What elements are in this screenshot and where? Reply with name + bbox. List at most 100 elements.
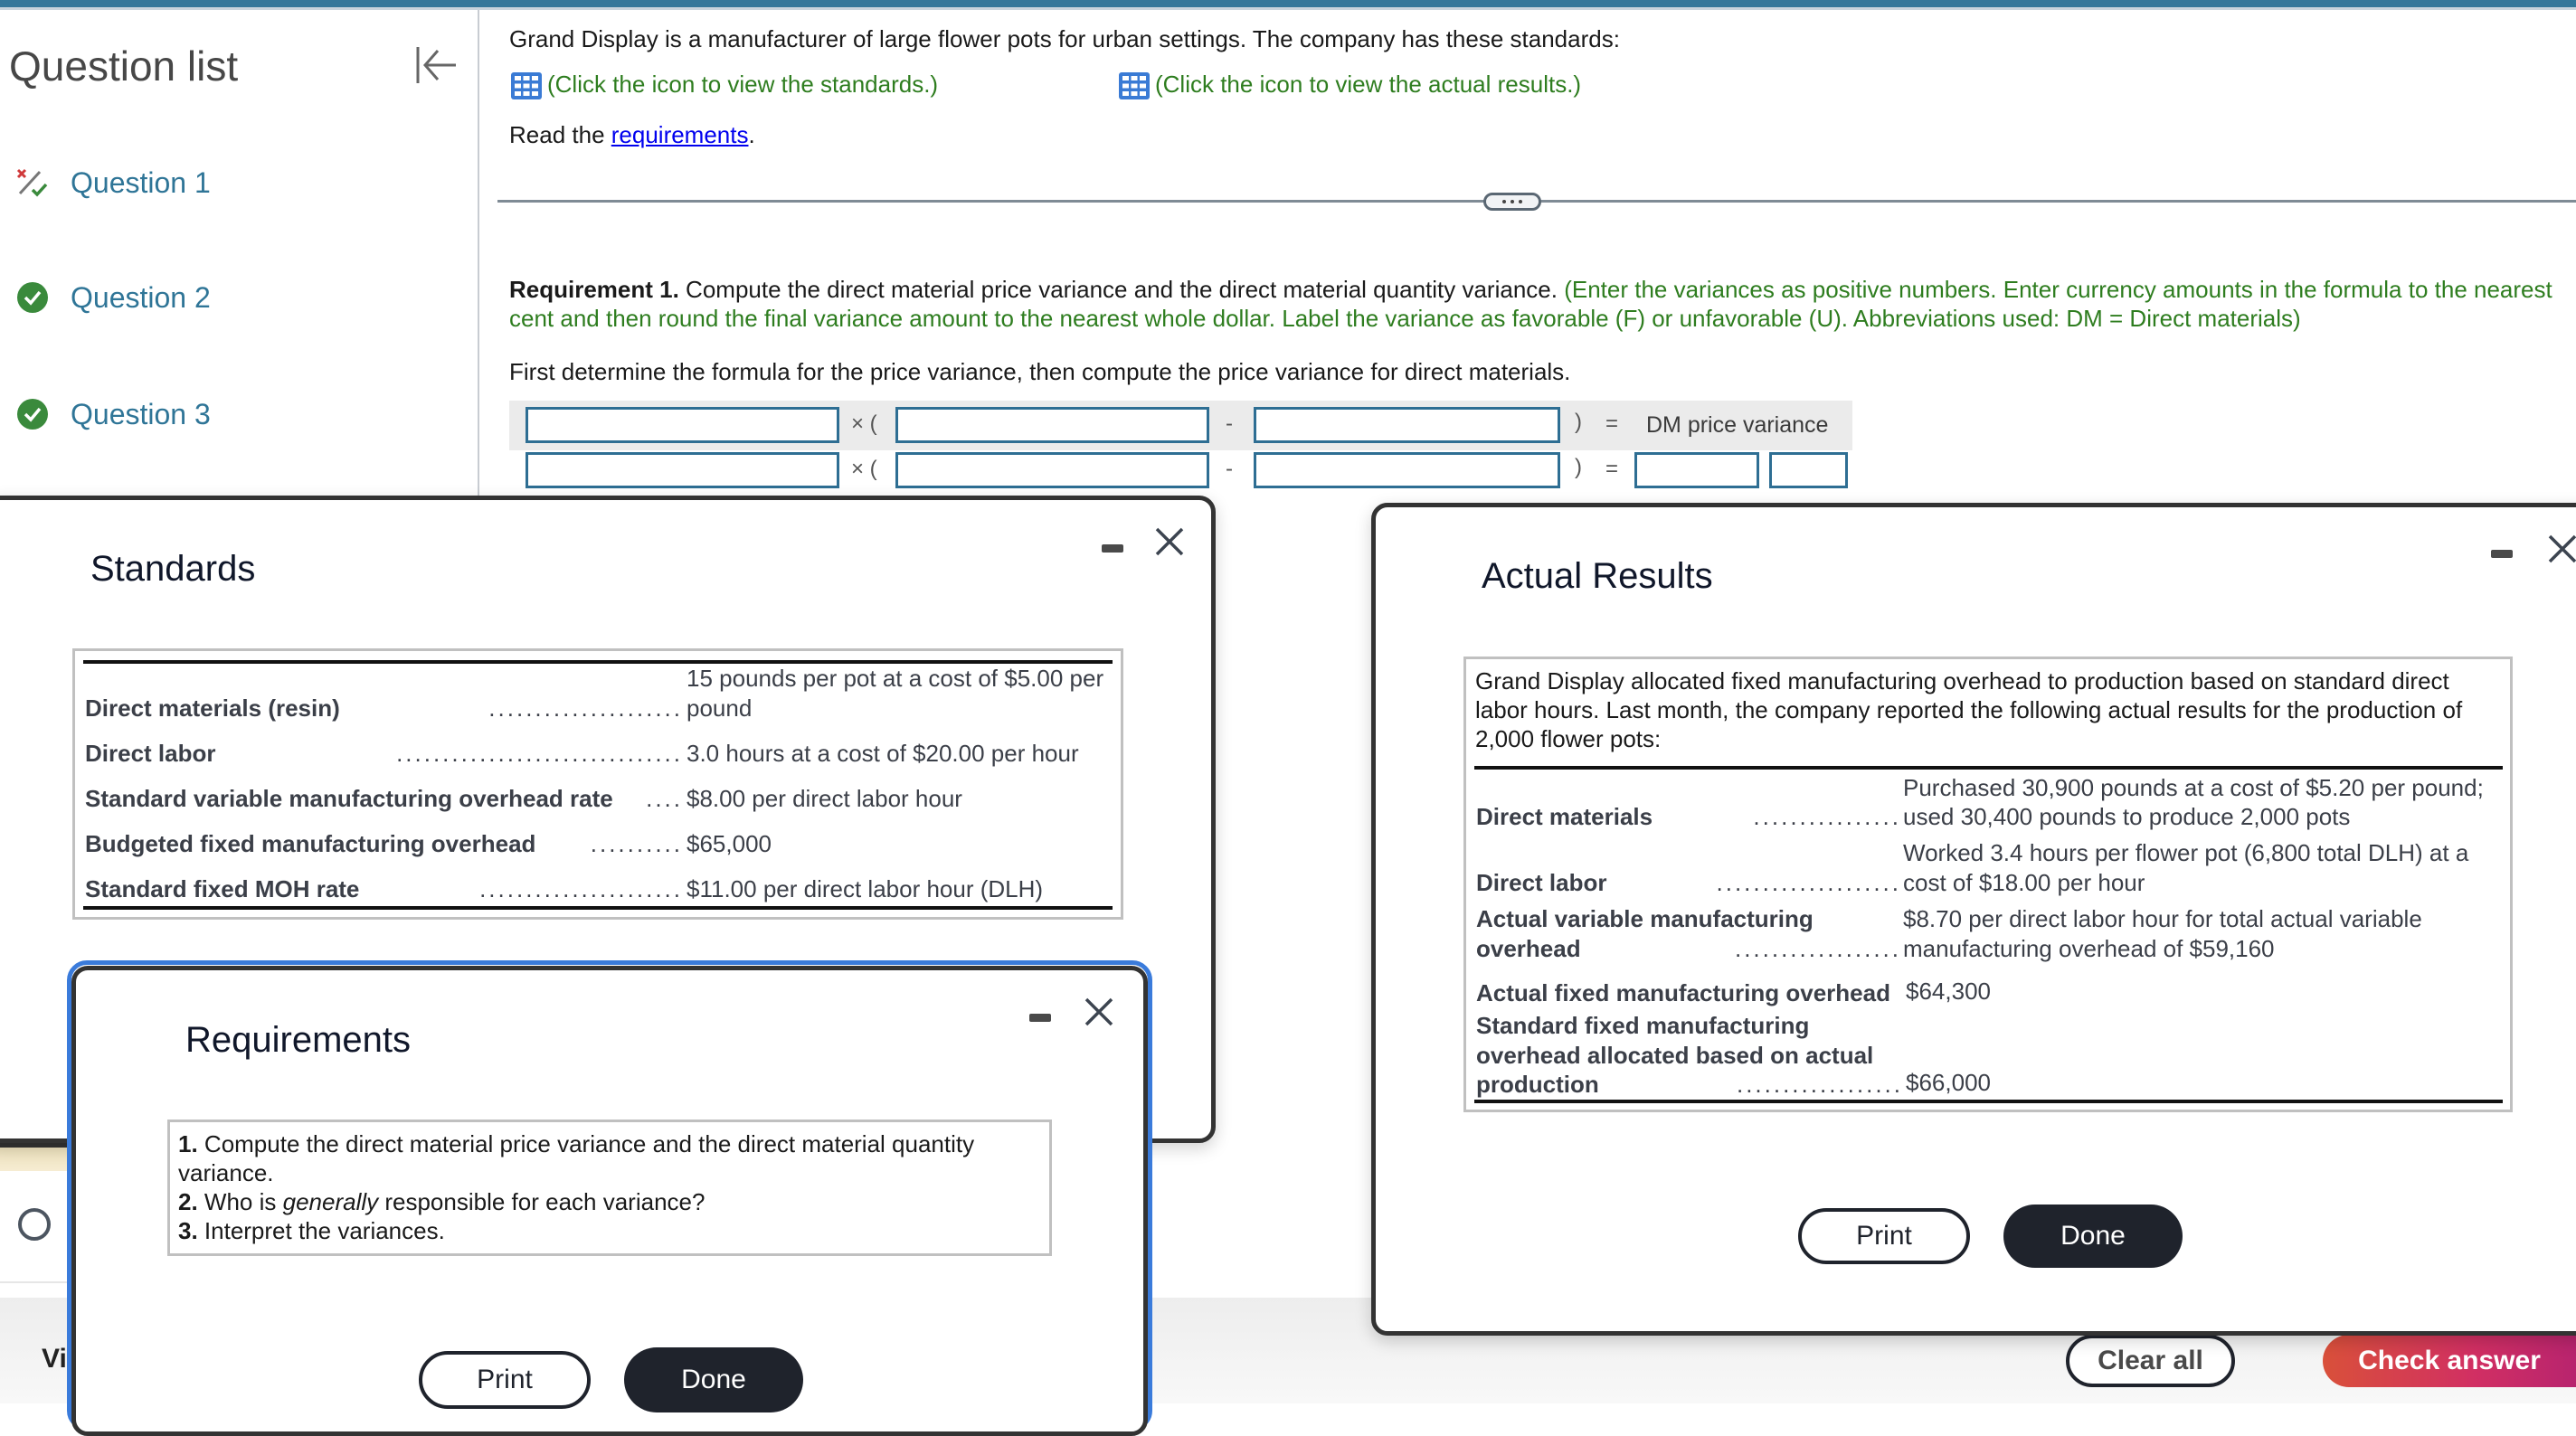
- actual-dl-label: Direct labor: [1476, 869, 1607, 896]
- partial-correct-icon: [16, 166, 49, 199]
- formula-row2-input-3[interactable]: [1254, 452, 1560, 488]
- view-actual-results-link[interactable]: (Click the icon to view the actual resul…: [1119, 71, 1581, 100]
- close-paren: ): [1575, 455, 1582, 479]
- close-paren: ): [1575, 410, 1582, 434]
- question-1-label: Question 1: [71, 165, 211, 199]
- requirements-link[interactable]: requirements: [611, 121, 749, 148]
- actual-fmoh-value: $64,300: [1906, 978, 1991, 1005]
- requirements-title: Requirements: [185, 1020, 412, 1060]
- problem-intro: Grand Display is a manufacturer of large…: [509, 25, 1620, 52]
- actual-intro-line2: labor hours. Last month, the company rep…: [1475, 696, 2463, 723]
- first-determine-instruction: First determine the formula for the pric…: [509, 358, 1571, 385]
- formula-row2-input-2[interactable]: [895, 452, 1209, 488]
- view-standards-link[interactable]: (Click the icon to view the standards.): [511, 71, 938, 100]
- actual-print-button[interactable]: Print: [1798, 1208, 1970, 1264]
- leader-dots: .....................: [488, 694, 683, 722]
- dm-price-variance-fu-input[interactable]: [1769, 452, 1848, 488]
- table-grid-icon[interactable]: [511, 72, 542, 100]
- item-text: Compute the direct material price varian…: [197, 1130, 975, 1157]
- item-text: responsible for each variance?: [378, 1188, 706, 1215]
- std-fmoh-allocated-value: $66,000: [1906, 1069, 1991, 1096]
- read-suffix: .: [748, 121, 755, 148]
- question-list-title: Question list: [9, 43, 239, 90]
- leader-dots: ......................: [479, 875, 683, 902]
- check-answer-button[interactable]: Check answer: [2323, 1335, 2576, 1387]
- close-icon[interactable]: [2547, 534, 2576, 564]
- expand-more-button[interactable]: [1483, 193, 1541, 211]
- standard-voh-value: $8.00 per direct labor hour: [687, 785, 962, 812]
- check-circle-icon: [16, 281, 49, 314]
- actual-intro-line3: 2,000 flower pots:: [1475, 725, 1662, 752]
- table-bottom-rule: [83, 906, 1113, 910]
- actual-dm-label: Direct materials: [1476, 803, 1653, 830]
- requirement-1-text: Compute the direct material price varian…: [678, 276, 1558, 303]
- actual-voh-value-line2: manufacturing overhead of $59,160: [1903, 935, 2275, 962]
- minus-sign: -: [1226, 411, 1233, 436]
- close-icon[interactable]: [1154, 526, 1185, 557]
- budgeted-fmoh-label: Budgeted fixed manufacturing overhead: [85, 830, 536, 857]
- read-prefix: Read the: [509, 121, 611, 148]
- actual-fmoh-label: Actual fixed manufacturing overhead: [1476, 979, 1890, 1006]
- minimize-icon[interactable]: [1102, 544, 1123, 553]
- item-text: Who is: [197, 1188, 283, 1215]
- actual-dm-value-line1: Purchased 30,900 pounds at a cost of $5.…: [1903, 774, 2484, 801]
- clear-all-button[interactable]: Clear all: [2066, 1335, 2235, 1387]
- actual-results-title: Actual Results: [1482, 556, 1713, 596]
- requirement-1-hint: (Enter the variances as positive numbers…: [1557, 276, 2552, 303]
- item-text: Interpret the variances.: [197, 1217, 445, 1244]
- table-grid-icon[interactable]: [1119, 72, 1150, 100]
- close-icon[interactable]: [1084, 997, 1114, 1027]
- std-fmoh-allocated-label-line3: production: [1476, 1071, 1599, 1098]
- radio-circle-icon[interactable]: [18, 1208, 51, 1241]
- leader-dots: ..........: [590, 830, 683, 857]
- actual-voh-label-line1: Actual variable manufacturing: [1476, 905, 1814, 932]
- times-open-paren: × (: [851, 457, 877, 481]
- minimize-icon[interactable]: [1029, 1014, 1051, 1022]
- formula-row2-input-1[interactable]: [526, 452, 839, 488]
- read-requirements-line: Read the requirements.: [509, 121, 755, 149]
- standards-title: Standards: [90, 549, 256, 589]
- standard-dm-value-line2: pound: [687, 694, 753, 722]
- standard-dm-value-line1: 15 pounds per pot at a cost of $5.00 per: [687, 665, 1104, 692]
- formula-row1-input-2[interactable]: [895, 407, 1209, 443]
- question-3-label: Question 3: [71, 397, 211, 430]
- leader-dots: ..................: [1734, 935, 1901, 962]
- budgeted-fmoh-value: $65,000: [687, 830, 772, 857]
- sidebar-item-question-2[interactable]: Question 2: [16, 278, 211, 317]
- question-2-label: Question 2: [71, 280, 211, 314]
- item-emphasis: generally: [282, 1188, 379, 1215]
- requirement-1-hint-line2: cent and then round the final variance a…: [509, 305, 2301, 332]
- sidebar-item-question-1[interactable]: Question 1: [16, 163, 211, 203]
- standard-dl-label: Direct labor: [85, 740, 216, 767]
- leader-dots: ....................: [1716, 869, 1901, 896]
- actual-done-button[interactable]: Done: [2003, 1205, 2183, 1268]
- requirements-done-button[interactable]: Done: [624, 1347, 803, 1412]
- leader-dots: ....: [646, 785, 683, 812]
- standard-fmoh-rate-label: Standard fixed MOH rate: [85, 875, 360, 902]
- std-fmoh-allocated-label-line1: Standard fixed manufacturing: [1476, 1012, 1810, 1039]
- actual-voh-label-line2: overhead: [1476, 935, 1581, 962]
- requirements-print-button[interactable]: Print: [419, 1351, 591, 1409]
- view-standards-text[interactable]: (Click the icon to view the standards.): [547, 71, 938, 98]
- item-number: 3.: [178, 1217, 198, 1244]
- check-circle-icon: [16, 398, 49, 430]
- requirement-item-2: 2. Who is generally responsible for each…: [178, 1188, 705, 1216]
- minus-sign: -: [1226, 457, 1233, 481]
- formula-row1-input-1[interactable]: [526, 407, 839, 443]
- footer-partial-text: Vi: [42, 1344, 67, 1374]
- leader-dots: ..................: [1736, 1071, 1903, 1098]
- actual-dl-value-line2: cost of $18.00 per hour: [1903, 869, 2145, 896]
- collapse-left-icon[interactable]: [414, 45, 459, 85]
- item-number: 1.: [178, 1130, 198, 1157]
- actual-dl-value-line1: Worked 3.4 hours per flower pot (6,800 t…: [1903, 839, 2469, 866]
- equals-sign: =: [1605, 457, 1619, 481]
- dm-price-variance-amount-input[interactable]: [1634, 452, 1759, 488]
- leader-dots: ................: [1753, 803, 1901, 830]
- std-fmoh-allocated-label-line2: overhead allocated based on actual: [1476, 1042, 1874, 1069]
- requirement-item-1-line2: variance.: [178, 1159, 274, 1186]
- top-bar: [0, 0, 2576, 7]
- formula-row1-input-3[interactable]: [1254, 407, 1560, 443]
- view-actual-results-text[interactable]: (Click the icon to view the actual resul…: [1155, 71, 1581, 98]
- minimize-icon[interactable]: [2491, 550, 2513, 558]
- sidebar-item-question-3[interactable]: Question 3: [16, 394, 211, 434]
